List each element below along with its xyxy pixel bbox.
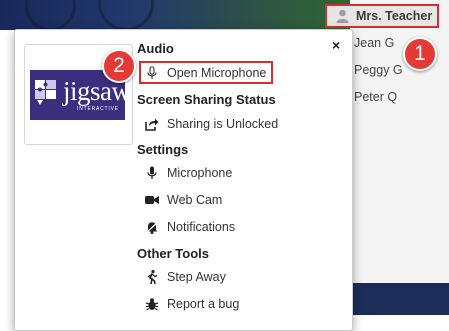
sharing-status-label: Sharing is Unlocked <box>167 117 279 131</box>
participant-host-name: Mrs. Teacher <box>356 9 433 23</box>
section-title-audio: Audio <box>137 41 174 56</box>
web-cam-label: Web Cam <box>167 193 223 207</box>
section-title-settings: Settings <box>137 142 189 157</box>
bug-icon <box>145 297 159 311</box>
user-menu-panel: jigsaw INTERACTIVE × Audio Open Micropho… <box>14 29 353 331</box>
microphone-icon <box>145 66 159 80</box>
callout-badge-1: 1 <box>403 37 437 71</box>
open-microphone-button[interactable]: Open Microphone <box>145 64 266 82</box>
walking-person-icon <box>145 270 159 284</box>
participant-item[interactable]: Jean G <box>354 36 394 50</box>
video-camera-icon <box>145 193 159 207</box>
logo-subtext: INTERACTIVE <box>77 106 119 112</box>
step-away-item[interactable]: Step Away <box>145 268 226 286</box>
step-away-label: Step Away <box>167 270 226 284</box>
settings-microphone-item[interactable]: Microphone <box>145 164 232 182</box>
microphone-icon <box>145 166 159 180</box>
close-icon[interactable]: × <box>332 37 340 53</box>
user-icon <box>336 9 349 28</box>
settings-notifications-item[interactable]: Notifications <box>145 218 235 236</box>
sharing-status-item[interactable]: Sharing is Unlocked <box>145 115 278 133</box>
notifications-label: Notifications <box>167 220 236 234</box>
participant-item[interactable]: Peggy G <box>354 63 403 77</box>
participant-host[interactable]: Mrs. Teacher <box>325 4 439 28</box>
participant-item[interactable]: Peter Q <box>354 90 397 104</box>
share-icon <box>145 117 159 131</box>
open-microphone-label: Open Microphone <box>167 66 267 80</box>
section-title-other-tools: Other Tools <box>137 246 209 261</box>
puzzle-icon <box>33 76 59 111</box>
section-title-screen-sharing: Screen Sharing Status <box>137 92 276 107</box>
bell-icon <box>145 220 159 234</box>
participants-footer <box>350 283 449 315</box>
report-bug-item[interactable]: Report a bug <box>145 295 239 313</box>
report-bug-label: Report a bug <box>167 297 240 311</box>
settings-webcam-item[interactable]: Web Cam <box>145 191 222 209</box>
callout-badge-2: 2 <box>102 49 136 83</box>
microphone-label: Microphone <box>167 166 233 180</box>
